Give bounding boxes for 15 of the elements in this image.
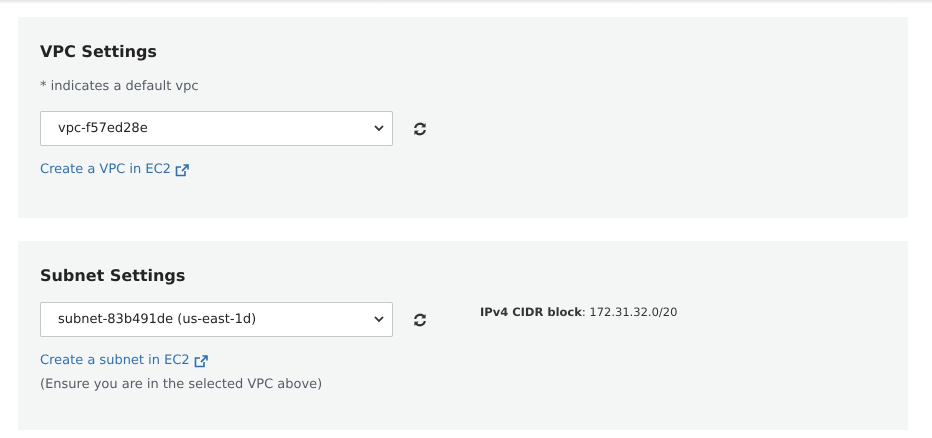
chevron-icon [374, 316, 384, 323]
hint-text: * indicates a default vpc [40, 78, 200, 96]
section-title: Subnet Settings [40, 265, 186, 287]
external-link-icon [194, 354, 208, 368]
refresh-icon[interactable] [413, 313, 427, 327]
dropdown-select[interactable]: subnet-83b491de (us-east-1d) [40, 302, 393, 337]
note-text: (Ensure you are in the selected VPC above) [40, 376, 324, 394]
chevron-icon [374, 125, 384, 132]
refresh-icon[interactable] [413, 122, 427, 136]
cidr-info: IPv4 CIDR block: 172.31.32.0/20 [480, 305, 678, 319]
external-link-icon [174, 164, 189, 176]
create-link[interactable]: Create a VPC in EC2 [40, 161, 189, 179]
create-link[interactable]: Create a subnet in EC2 [40, 352, 208, 370]
dropdown-select[interactable]: vpc-f57ed28e [40, 111, 393, 146]
section-title: VPC Settings [40, 41, 158, 63]
